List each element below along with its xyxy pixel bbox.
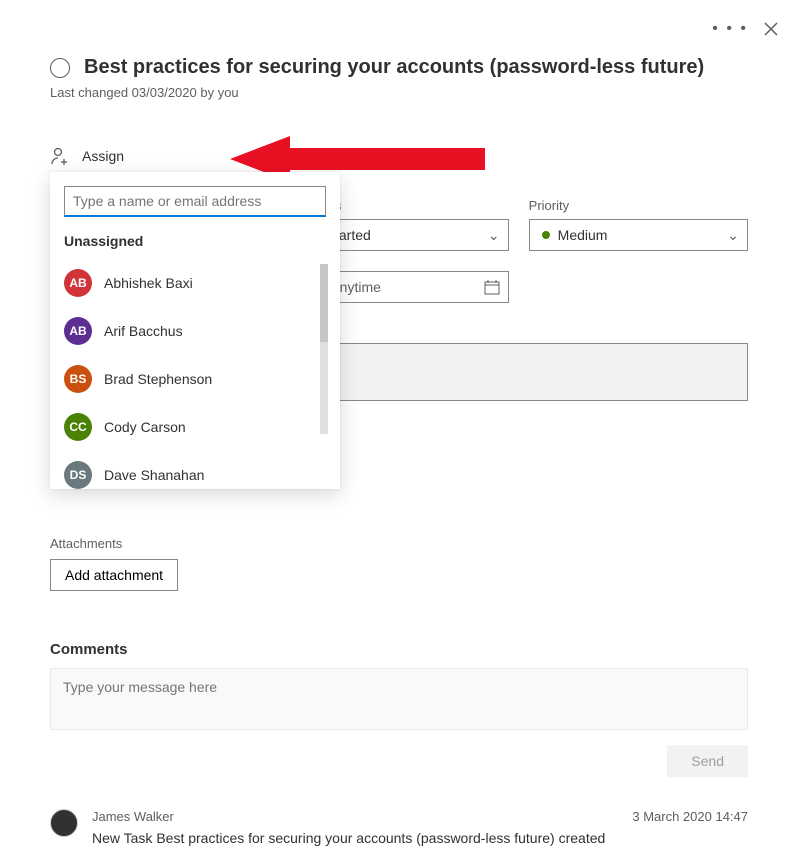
unassigned-header: Unassigned [50,227,340,259]
comment-input[interactable] [50,668,748,730]
avatar: BS [64,365,92,393]
add-attachment-button[interactable]: Add attachment [50,559,178,591]
calendar-icon [484,279,500,295]
activity-author: James Walker [92,809,174,824]
more-options-icon[interactable]: • • • [712,20,748,38]
person-name: Arif Bacchus [104,323,183,339]
person-item[interactable]: AB Abhishek Baxi [50,259,340,307]
avatar: DS [64,461,92,489]
task-title[interactable]: Best practices for securing your account… [84,56,704,79]
person-item[interactable]: BS Brad Stephenson [50,355,340,403]
person-item[interactable]: AB Arif Bacchus [50,307,340,355]
avatar: AB [64,269,92,297]
activity-text: New Task Best practices for securing you… [92,830,748,846]
chevron-down-icon: ⌄ [488,227,500,244]
avatar: AB [64,317,92,345]
avatar [50,809,78,837]
person-item[interactable]: CC Cody Carson [50,403,340,451]
assign-label: Assign [82,148,124,164]
send-button[interactable]: Send [667,745,748,777]
person-item[interactable]: DS Dave Shanahan [50,451,340,489]
complete-task-checkbox[interactable] [50,58,70,78]
assign-dropdown: Unassigned AB Abhishek Baxi AB Arif Bacchus… [50,172,340,489]
chevron-down-icon: ⌄ [727,227,739,244]
priority-dot-icon [542,231,550,239]
person-name: Cody Carson [104,419,186,435]
assign-button[interactable]: Assign [50,140,124,172]
person-name: Abhishek Baxi [104,275,193,291]
last-changed-meta: Last changed 03/03/2020 by you [50,85,748,100]
attachments-label: Attachments [50,536,748,551]
close-icon[interactable] [764,22,778,36]
scrollbar[interactable] [320,264,328,434]
avatar: CC [64,413,92,441]
priority-label: Priority [529,198,748,213]
priority-select[interactable]: Medium ⌄ [529,219,748,251]
comments-label: Comments [50,641,748,658]
person-name: Brad Stephenson [104,371,212,387]
person-name: Dave Shanahan [104,467,204,483]
activity-timestamp: 3 March 2020 14:47 [632,809,748,824]
assign-search-input[interactable] [64,186,326,217]
priority-value: Medium [558,227,608,243]
person-add-icon [50,146,70,166]
